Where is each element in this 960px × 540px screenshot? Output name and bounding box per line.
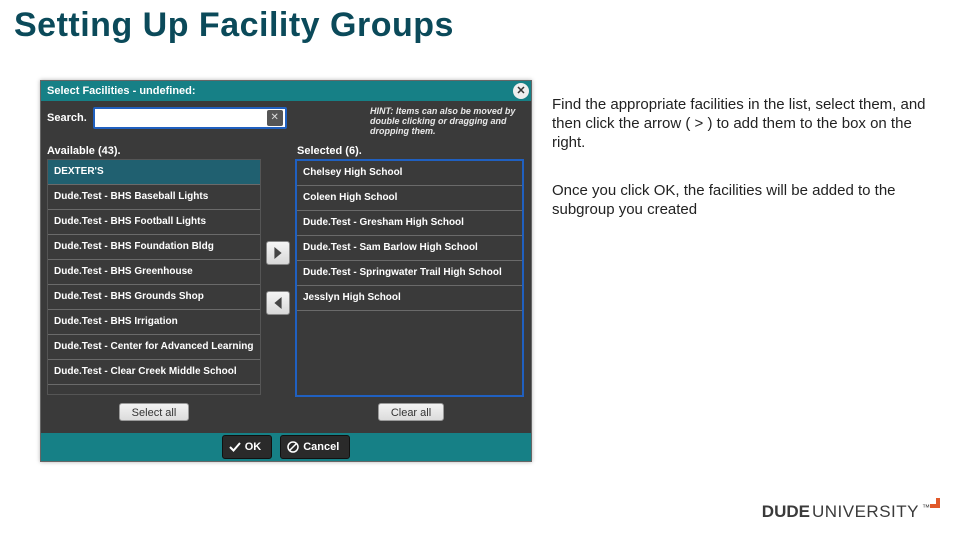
select-all-button[interactable]: Select all <box>119 403 190 421</box>
list-item[interactable]: Dude.Test - Sam Barlow High School <box>297 236 522 261</box>
hint-text: HINT: Items can also be moved by double … <box>370 107 525 137</box>
move-left-button[interactable] <box>266 291 290 315</box>
ok-button[interactable]: OK <box>222 435 273 459</box>
selected-list[interactable]: Chelsey High School Coleen High School D… <box>295 159 524 397</box>
search-box: ✕ <box>93 107 287 129</box>
clear-x-icon: ✕ <box>271 112 279 123</box>
search-label: Search. <box>47 112 87 124</box>
slide-title: Setting Up Facility Groups <box>14 6 454 45</box>
dialog-bottom-bar: OK Cancel <box>41 433 531 461</box>
search-input[interactable] <box>97 109 261 129</box>
close-button[interactable]: ✕ <box>513 83 529 99</box>
dialog-title-bar: Select Facilities - undefined: ✕ <box>41 81 531 101</box>
list-item[interactable]: Dude.Test - BHS Irrigation <box>48 310 260 335</box>
instruction-text: Find the appropriate facilities in the l… <box>552 96 932 250</box>
corner-mark-icon <box>930 498 940 508</box>
counts-row: Available (43). Selected (6). <box>41 143 531 159</box>
clear-all-button[interactable]: Clear all <box>378 403 444 421</box>
search-clear-button[interactable]: ✕ <box>267 110 283 126</box>
dialog-title: Select Facilities - undefined: <box>47 85 196 97</box>
check-icon <box>229 441 241 453</box>
list-item[interactable]: Dude.Test - BHS Baseball Lights <box>48 185 260 210</box>
list-item[interactable]: Dude.Test - BHS Grounds Shop <box>48 285 260 310</box>
trademark-symbol: ™ <box>922 503 930 512</box>
transfer-arrows <box>261 159 295 397</box>
list-item[interactable]: Dude.Test - Springwater Trail High Schoo… <box>297 261 522 286</box>
list-item[interactable]: Dude.Test - BHS Football Lights <box>48 210 260 235</box>
brand-light: UNIVERSITY <box>812 502 919 522</box>
list-item[interactable]: Dude.Test - Clear Creek Middle School <box>48 360 260 385</box>
brand-bold: DUDE <box>762 502 810 522</box>
chevron-left-icon <box>272 297 284 309</box>
ok-label: OK <box>245 441 262 453</box>
close-icon: ✕ <box>516 85 525 97</box>
lists-area: DEXTER'S Dude.Test - BHS Baseball Lights… <box>41 159 531 397</box>
list-item[interactable]: DEXTER'S <box>48 160 260 185</box>
instruction-paragraph-1: Find the appropriate facilities in the l… <box>552 96 932 152</box>
footer-brand: DUDE UNIVERSITY ™ <box>762 502 930 522</box>
cancel-icon <box>287 441 299 453</box>
list-item[interactable]: Dude.Test - Gresham High School <box>297 211 522 236</box>
cancel-button[interactable]: Cancel <box>280 435 350 459</box>
selected-count-label: Selected (6). <box>297 145 362 157</box>
list-item[interactable]: Jesslyn High School <box>297 286 522 311</box>
list-item[interactable]: Coleen High School <box>297 186 522 211</box>
move-right-button[interactable] <box>266 241 290 265</box>
list-item[interactable]: Dude.Test - Center for Advanced Learning <box>48 335 260 360</box>
select-facilities-dialog: Select Facilities - undefined: ✕ Search.… <box>40 80 532 462</box>
cancel-label: Cancel <box>303 441 339 453</box>
list-item[interactable]: Chelsey High School <box>297 161 522 186</box>
instruction-paragraph-2: Once you click OK, the facilities will b… <box>552 182 932 220</box>
list-item[interactable]: Dude.Test - BHS Greenhouse <box>48 260 260 285</box>
list-item[interactable]: Dude.Test - BHS Foundation Bldg <box>48 235 260 260</box>
available-list[interactable]: DEXTER'S Dude.Test - BHS Baseball Lights… <box>47 159 261 395</box>
select-clear-row: Select all Clear all <box>41 397 531 427</box>
chevron-right-icon <box>272 247 284 259</box>
available-count-label: Available (43). <box>47 145 297 157</box>
